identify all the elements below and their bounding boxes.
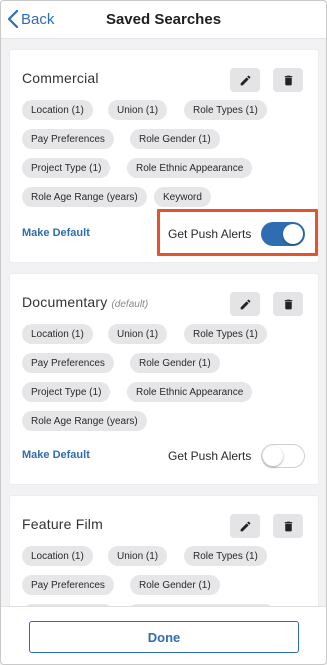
- filter-chip: Role Ethnic Appearance: [127, 382, 253, 402]
- make-default-link[interactable]: Make Default: [22, 449, 90, 461]
- edit-button[interactable]: [230, 514, 260, 538]
- phone-screen: Back Saved Searches Commercial Location …: [0, 0, 327, 665]
- filter-chip: Project Type (1): [22, 158, 111, 178]
- filter-chip: Keyword: [154, 187, 211, 207]
- filter-chip: Role Gender (1): [130, 575, 220, 595]
- filter-chip: Role Types (1): [184, 324, 267, 344]
- pencil-icon: [240, 75, 250, 85]
- nav-header: Back Saved Searches: [1, 1, 326, 39]
- filter-chip: Role Types (1): [184, 546, 267, 566]
- saved-search-card-documentary: Documentary (default) Location (1) Union…: [9, 273, 319, 485]
- delete-button[interactable]: [273, 514, 303, 538]
- toggle-knob: [263, 446, 283, 466]
- filter-chip: Project Type (1): [22, 382, 111, 402]
- edit-button[interactable]: [230, 292, 260, 316]
- card-title: Feature Film: [22, 516, 103, 532]
- card-title: Commercial: [22, 70, 99, 86]
- back-label: Back: [21, 10, 55, 28]
- delete-button[interactable]: [273, 68, 303, 92]
- saved-search-card-commercial: Commercial Location (1) Union (1) Role T…: [9, 49, 319, 263]
- push-alerts-toggle[interactable]: [261, 222, 305, 246]
- pencil-icon: [240, 299, 250, 309]
- trash-icon: [284, 521, 292, 531]
- card-title-row: Commercial: [22, 70, 99, 96]
- saved-search-card-feature-film: Feature Film Location (1) Union (1) Role…: [9, 495, 319, 606]
- pencil-icon: [240, 521, 250, 531]
- filter-chip: Union (1): [108, 324, 168, 344]
- push-alerts-label: Get Push Alerts: [168, 449, 252, 463]
- saved-searches-list[interactable]: Commercial Location (1) Union (1) Role T…: [1, 39, 326, 606]
- filter-chip: Location (1): [22, 546, 93, 566]
- filter-chip: Role Types (1): [184, 100, 267, 120]
- push-alerts-label: Get Push Alerts: [168, 227, 252, 241]
- filter-chip: Role Gender (1): [130, 353, 220, 373]
- trash-icon: [284, 75, 292, 85]
- footer-bar: Done: [1, 606, 326, 664]
- delete-button[interactable]: [273, 292, 303, 316]
- filter-chip: Pay Preferences: [22, 575, 114, 595]
- filter-chip: Location (1): [22, 324, 93, 344]
- filter-chip: Role Gender (1): [130, 129, 220, 149]
- make-default-link[interactable]: Make Default: [22, 227, 90, 239]
- filter-chip: Role Ethnic Appearance: [127, 158, 253, 178]
- filter-chip: Pay Preferences: [22, 353, 114, 373]
- card-title-row: Documentary (default): [22, 294, 148, 320]
- filter-chip: Pay Preferences: [22, 129, 114, 149]
- filter-chip: Union (1): [108, 100, 168, 120]
- default-tag: (default): [111, 299, 149, 310]
- page-title: Saved Searches: [105, 11, 222, 28]
- filter-chip: Location (1): [22, 100, 93, 120]
- filter-chip: Role Age Range (years): [22, 187, 147, 207]
- done-button[interactable]: Done: [29, 621, 299, 653]
- card-title-row: Feature Film: [22, 516, 103, 542]
- trash-icon: [284, 299, 292, 309]
- push-alerts-toggle[interactable]: [261, 444, 305, 468]
- card-title: Documentary: [22, 294, 108, 310]
- toggle-knob: [283, 224, 303, 244]
- back-button[interactable]: Back: [7, 10, 54, 28]
- filter-chip: Union (1): [108, 546, 168, 566]
- filter-chip: Role Age Range (years): [22, 411, 147, 431]
- edit-button[interactable]: [230, 68, 260, 92]
- chevron-left-icon: [7, 10, 19, 28]
